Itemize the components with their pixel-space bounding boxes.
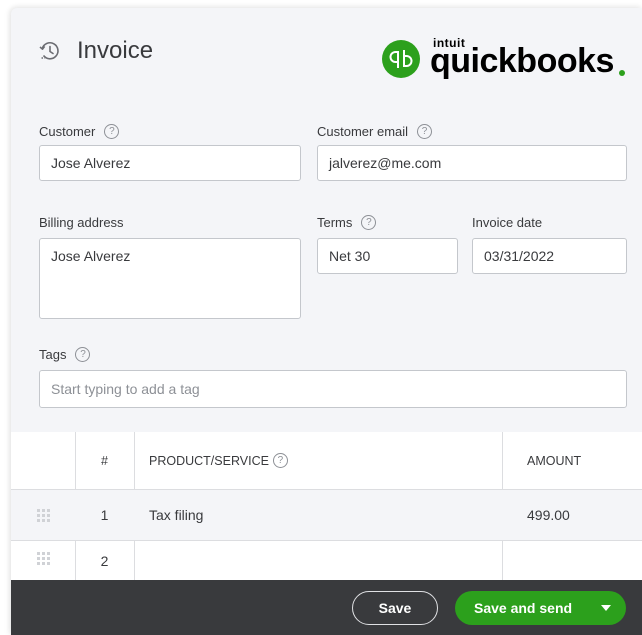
- column-header-product-text: PRODUCT/SERVICE: [149, 453, 269, 468]
- customer-email-label: Customer email ?: [317, 124, 433, 139]
- row-number: 2: [100, 553, 109, 569]
- caret-down-icon[interactable]: [596, 591, 616, 625]
- tags-label: Tags ?: [39, 347, 91, 362]
- billing-address-label-text: Billing address: [39, 215, 124, 230]
- help-icon[interactable]: ?: [361, 215, 377, 230]
- tags-input[interactable]: Start typing to add a tag: [39, 370, 627, 408]
- tags-label-text: Tags: [39, 347, 67, 362]
- billing-address-label: Billing address: [39, 215, 124, 230]
- invoice-date-label-text: Invoice date: [472, 215, 543, 230]
- terms-label-text: Terms: [317, 215, 353, 230]
- quickbooks-logo-icon: [382, 40, 420, 78]
- customer-field[interactable]: Jose Alverez: [39, 145, 301, 181]
- help-icon[interactable]: ?: [272, 453, 288, 468]
- customer-label: Customer ?: [39, 124, 120, 139]
- invoice-date-field[interactable]: 03/31/2022: [472, 238, 627, 274]
- customer-email-field[interactable]: jalverez@me.com: [317, 145, 627, 181]
- column-header-product: PRODUCT/SERVICE ?: [149, 432, 288, 489]
- save-and-send-label[interactable]: Save and send: [474, 591, 572, 625]
- help-icon[interactable]: ?: [75, 347, 91, 362]
- drag-handle-icon[interactable]: [37, 541, 50, 565]
- table-header-row: # PRODUCT/SERVICE ? AMOUNT: [11, 432, 642, 489]
- terms-label: Terms ?: [317, 215, 377, 230]
- history-icon[interactable]: [38, 39, 62, 63]
- save-button[interactable]: Save: [352, 591, 438, 625]
- logo-dot: [619, 70, 625, 76]
- table-row[interactable]: 2: [11, 541, 642, 580]
- help-icon[interactable]: ?: [417, 124, 433, 139]
- table-row[interactable]: 1 Tax filing 499.00: [11, 490, 642, 540]
- invoice-date-label: Invoice date: [472, 215, 542, 230]
- column-header-amount: AMOUNT: [527, 453, 582, 468]
- quickbooks-logo: intuit quickbooks: [382, 32, 630, 80]
- footer-bar: Save Save and send: [11, 580, 642, 635]
- drag-handle-icon[interactable]: [37, 490, 50, 540]
- customer-email-label-text: Customer email: [317, 124, 409, 139]
- row-product[interactable]: Tax filing: [149, 490, 203, 540]
- invoice-panel: Invoice intuit quickbooks Customer ? Jos…: [11, 8, 642, 635]
- customer-label-text: Customer: [39, 124, 96, 139]
- save-and-send-button[interactable]: Save and send: [455, 591, 626, 625]
- row-number: 1: [100, 507, 109, 523]
- row-amount[interactable]: 499.00: [527, 490, 570, 540]
- quickbooks-wordmark: quickbooks: [430, 42, 614, 80]
- billing-address-field[interactable]: Jose Alverez: [39, 238, 301, 319]
- line-items-table: # PRODUCT/SERVICE ? AMOUNT 1 Tax filing …: [11, 432, 642, 580]
- help-icon[interactable]: ?: [104, 124, 120, 139]
- page-title: Invoice: [77, 37, 154, 64]
- column-header-number: #: [101, 453, 108, 468]
- terms-field[interactable]: Net 30: [317, 238, 458, 274]
